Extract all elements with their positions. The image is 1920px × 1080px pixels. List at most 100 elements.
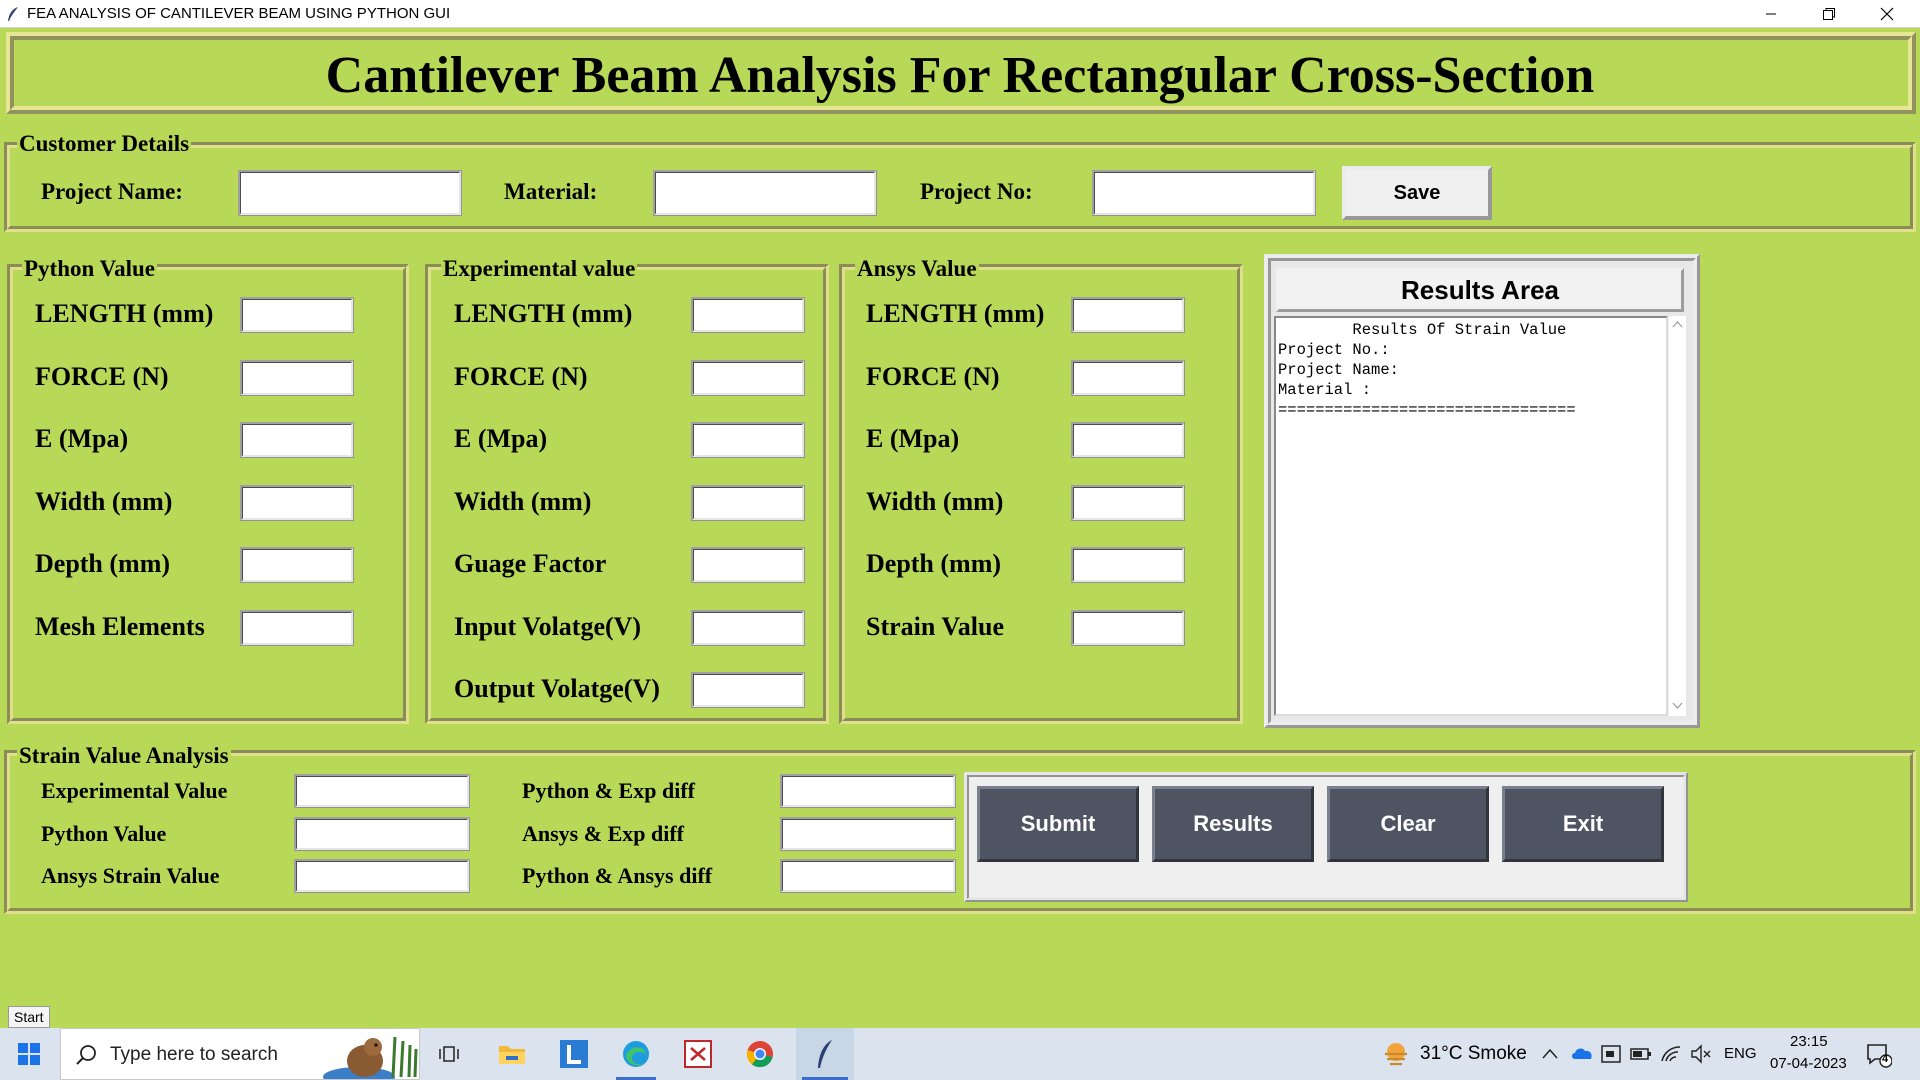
clock-date[interactable]: 07-04-2023 <box>1770 1055 1847 1072</box>
exp-output-voltage-label: Output Volatge(V) <box>454 674 660 703</box>
ansys-exp-diff-input[interactable] <box>780 817 956 851</box>
ansys-strain-value-input[interactable] <box>1071 610 1185 646</box>
close-button[interactable] <box>1858 0 1916 28</box>
ansys-exp-diff-label: Ansys & Exp diff <box>522 821 684 846</box>
experimental-value-result-input[interactable] <box>294 774 470 808</box>
ansys-depth-input[interactable] <box>1071 547 1185 583</box>
restore-button[interactable] <box>1800 0 1858 28</box>
chrome-icon <box>746 1041 773 1068</box>
exp-input-voltage-label: Input Volatge(V) <box>454 612 642 641</box>
feather-icon <box>818 1040 832 1068</box>
wifi-icon[interactable] <box>1660 1043 1682 1065</box>
project-name-label: Project Name: <box>41 179 183 204</box>
ansys-width-input[interactable] <box>1071 485 1185 521</box>
chrome-button[interactable] <box>734 1028 786 1080</box>
clear-button[interactable]: Clear <box>1327 786 1489 862</box>
search-icon <box>76 1045 96 1065</box>
python-mesh-elements-input[interactable] <box>240 610 354 646</box>
clock-time[interactable]: 23:15 <box>1790 1033 1828 1050</box>
meet-now-icon[interactable] <box>1600 1043 1622 1065</box>
windows-start-icon <box>18 1043 40 1065</box>
python-length-input[interactable] <box>240 297 354 333</box>
window-titlebar: FEA ANALYSIS OF CANTILEVER BEAM USING PY… <box>0 0 1920 28</box>
exp-e-input[interactable] <box>691 422 805 458</box>
python-exp-diff-input[interactable] <box>780 774 956 808</box>
ansys-strain-result-input[interactable] <box>294 859 470 893</box>
scroll-down-icon[interactable] <box>1672 702 1683 710</box>
notification-count: 4 <box>1882 1053 1889 1065</box>
material-input[interactable] <box>653 170 877 216</box>
edge-button[interactable] <box>610 1028 662 1080</box>
python-force-input[interactable] <box>240 360 354 396</box>
ansys-strain-result-label: Ansys Strain Value <box>41 863 220 888</box>
exp-length-input[interactable] <box>691 297 805 333</box>
python-e-input[interactable] <box>240 422 354 458</box>
results-textbox[interactable]: Results Of Strain Value Project No.: Pro… <box>1274 316 1668 716</box>
experimental-value-legend: Experimental value <box>441 256 638 282</box>
ansys-e-input[interactable] <box>1071 422 1185 458</box>
python-depth-input[interactable] <box>240 547 354 583</box>
ansys-e-label: E (Mpa) <box>866 424 960 453</box>
minimize-button[interactable] <box>1742 0 1800 28</box>
task-view-button[interactable] <box>424 1028 474 1080</box>
ansys-strain-value-label: Strain Value <box>866 612 1004 641</box>
exp-input-voltage-input[interactable] <box>691 610 805 646</box>
submit-button[interactable]: Submit <box>977 786 1139 862</box>
ansys-length-input[interactable] <box>1071 297 1185 333</box>
customer-details-legend: Customer Details <box>17 131 192 157</box>
python-width-label: Width (mm) <box>35 487 173 516</box>
battery-icon[interactable] <box>1630 1046 1652 1062</box>
python-ansys-diff-input[interactable] <box>780 859 956 893</box>
close-icon <box>1880 7 1894 21</box>
python-gui-button[interactable] <box>796 1028 854 1080</box>
exp-length-label: LENGTH (mm) <box>454 299 633 328</box>
project-no-input[interactable] <box>1092 170 1316 216</box>
scroll-up-icon[interactable] <box>1672 320 1683 328</box>
ansys-value-legend: Ansys Value <box>855 256 979 282</box>
python-value-result-label: Python Value <box>41 821 167 846</box>
exp-width-input[interactable] <box>691 485 805 521</box>
l-app-icon <box>560 1040 588 1068</box>
python-e-label: E (Mpa) <box>35 424 129 453</box>
ansys-width-label: Width (mm) <box>866 487 1004 516</box>
page-title: Cantilever Beam Analysis For Rectangular… <box>325 47 1595 104</box>
onedrive-cloud-icon[interactable] <box>1570 1044 1594 1062</box>
strain-analysis-legend: Strain Value Analysis <box>17 743 231 769</box>
file-explorer-button[interactable] <box>486 1028 538 1080</box>
start-button[interactable] <box>0 1028 58 1080</box>
volume-muted-icon[interactable] <box>1690 1043 1712 1065</box>
app-l-button[interactable] <box>548 1028 600 1080</box>
results-scrollbar[interactable] <box>1668 316 1686 716</box>
python-width-input[interactable] <box>240 485 354 521</box>
chevron-up-icon[interactable] <box>1542 1048 1558 1060</box>
results-area-header: Results Area <box>1276 268 1684 312</box>
ansys-depth-label: Depth (mm) <box>866 549 1002 578</box>
results-button[interactable]: Results <box>1152 786 1314 862</box>
taskbar-search-box[interactable]: Type here to search <box>60 1028 420 1080</box>
python-force-label: FORCE (N) <box>35 362 169 391</box>
exp-force-input[interactable] <box>691 360 805 396</box>
project-name-input[interactable] <box>238 170 462 216</box>
python-depth-label: Depth (mm) <box>35 549 171 578</box>
app-cs-button[interactable] <box>672 1028 724 1080</box>
beaver-search-highlight-icon <box>323 1036 418 1079</box>
weather-text[interactable]: 31°C Smoke <box>1420 1043 1527 1065</box>
ansys-force-input[interactable] <box>1071 360 1185 396</box>
ansys-length-label: LENGTH (mm) <box>866 299 1045 328</box>
language-indicator[interactable]: ENG <box>1724 1045 1757 1062</box>
exp-output-voltage-input[interactable] <box>691 672 805 708</box>
python-mesh-elements-label: Mesh Elements <box>35 612 205 641</box>
start-tooltip: Start <box>8 1006 50 1028</box>
search-placeholder: Type here to search <box>110 1044 278 1065</box>
project-no-label: Project No: <box>920 179 1033 204</box>
exit-button[interactable]: Exit <box>1502 786 1664 862</box>
edge-browser-icon <box>623 1041 649 1067</box>
python-ansys-diff-label: Python & Ansys diff <box>522 863 713 888</box>
weather-smoke-icon <box>1385 1043 1407 1066</box>
exp-gauge-factor-input[interactable] <box>691 547 805 583</box>
python-value-result-input[interactable] <box>294 817 470 851</box>
exp-force-label: FORCE (N) <box>454 362 588 391</box>
save-button[interactable]: Save <box>1342 166 1492 220</box>
cs-app-icon <box>684 1040 712 1068</box>
folder-icon <box>499 1046 525 1064</box>
